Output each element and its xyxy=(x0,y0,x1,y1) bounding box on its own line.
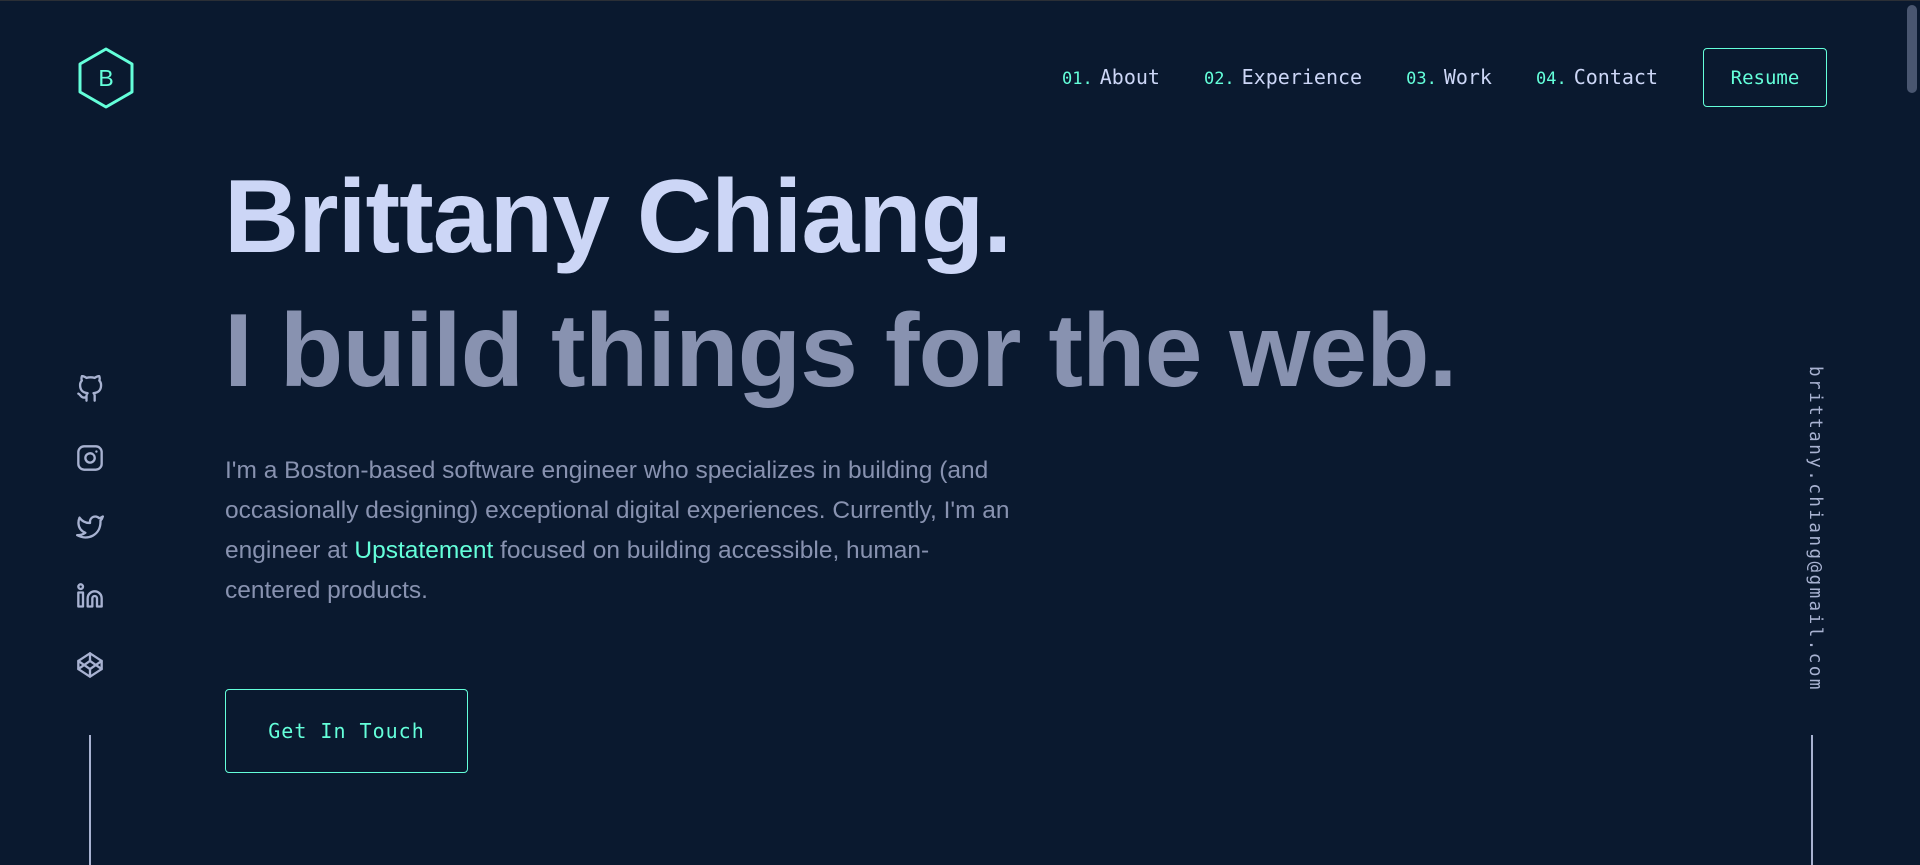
hero-description: I'm a Boston-based software engineer who… xyxy=(225,451,1015,611)
nav-number: 04. xyxy=(1535,69,1567,89)
nav-label: Experience xyxy=(1241,65,1363,89)
upstatement-link[interactable]: Upstatement xyxy=(354,537,493,564)
scrollbar[interactable] xyxy=(1904,1,1920,865)
logo-letter: B xyxy=(98,64,114,91)
logo-link[interactable]: B xyxy=(76,46,136,110)
instagram-icon xyxy=(77,445,103,471)
twitter-icon xyxy=(76,515,104,539)
nav-label: Work xyxy=(1443,65,1492,89)
hero-name: Brittany Chiang. xyxy=(224,159,1012,275)
email-link[interactable]: brittany.chiang@gmail.com xyxy=(1795,366,1825,696)
hero-tagline: I build things for the web. xyxy=(224,293,1457,409)
nav-item-about[interactable]: 01. About xyxy=(1062,65,1160,89)
codepen-link[interactable] xyxy=(72,647,108,683)
right-divider-line xyxy=(1811,735,1813,865)
get-in-touch-button[interactable]: Get In Touch xyxy=(225,689,468,773)
nav-number: 03. xyxy=(1406,69,1437,89)
nav-number: 01. xyxy=(1062,69,1093,89)
nav-item-experience[interactable]: 02. Experience xyxy=(1204,65,1362,89)
linkedin-link[interactable] xyxy=(72,578,108,614)
main-nav: 01. About 02. Experience 03. Work 04. Co… xyxy=(1018,65,1658,89)
left-divider-line xyxy=(89,735,91,865)
github-icon xyxy=(77,375,103,402)
codepen-icon xyxy=(77,652,103,678)
scrollbar-thumb[interactable] xyxy=(1907,5,1917,93)
nav-label: Contact xyxy=(1573,65,1658,89)
github-link[interactable] xyxy=(72,371,108,407)
twitter-link[interactable] xyxy=(72,509,108,545)
nav-item-work[interactable]: 03. Work xyxy=(1406,65,1492,89)
nav-number: 02. xyxy=(1203,69,1235,89)
resume-button[interactable]: Resume xyxy=(1703,48,1827,107)
linkedin-icon xyxy=(77,583,103,608)
instagram-link[interactable] xyxy=(72,440,108,476)
social-links xyxy=(72,371,108,716)
nav-item-contact[interactable]: 04. Contact xyxy=(1536,65,1658,89)
nav-label: About xyxy=(1099,65,1160,89)
